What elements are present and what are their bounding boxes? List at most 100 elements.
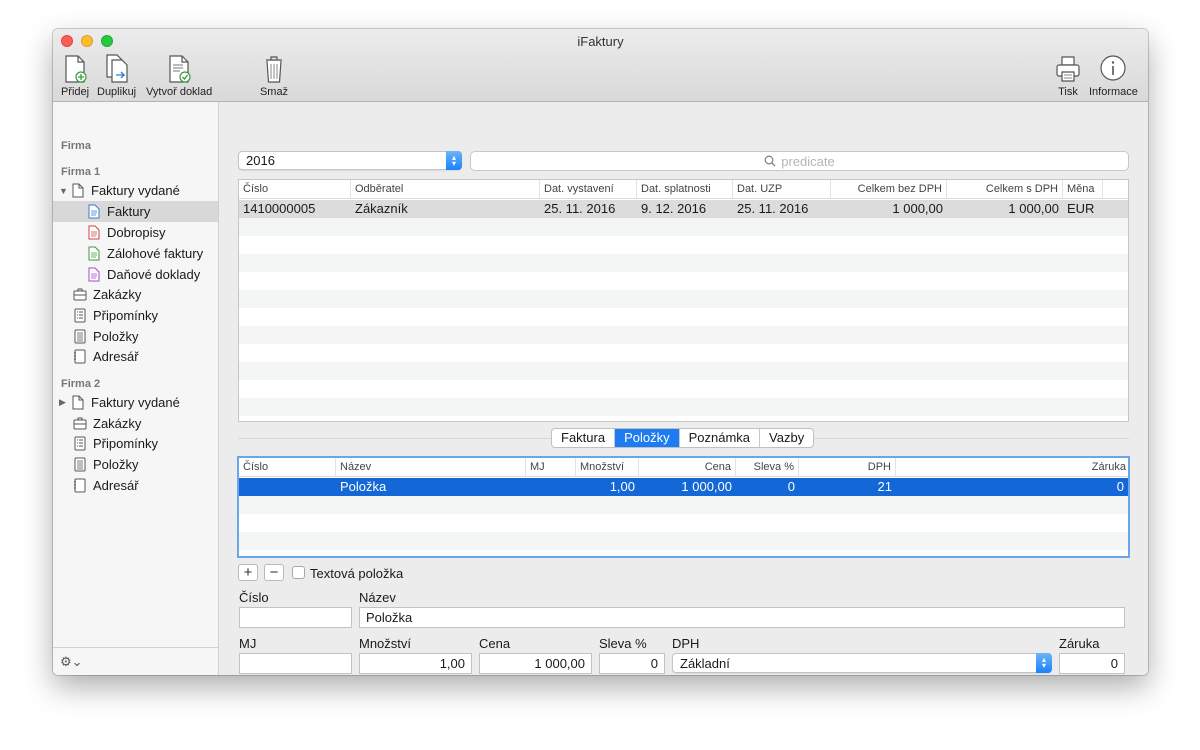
disclosure-collapsed-icon[interactable]: ▶ <box>59 397 71 408</box>
nazev-field[interactable]: Položka <box>359 607 1125 628</box>
sidebar-item-label: Faktury vydané <box>91 395 180 410</box>
sidebar-item-zakazky-2[interactable]: Zakázky <box>53 413 218 434</box>
sidebar-item-label: Zakázky <box>93 287 142 302</box>
empty-row <box>239 496 1128 514</box>
column-header[interactable]: Sleva % <box>736 458 799 477</box>
zaruka-label: Záruka <box>1059 636 1100 651</box>
sidebar-item-dobropisy[interactable]: Dobropisy <box>53 222 218 243</box>
sidebar-item-faktury-vydane-1[interactable]: ▼ Faktury vydané <box>53 180 218 201</box>
print-button[interactable]: Tisk <box>1053 53 1083 98</box>
cena-field[interactable]: 1 000,00 <box>479 653 592 674</box>
cell-nazev: Položka <box>340 479 387 494</box>
disclosure-expanded-icon[interactable]: ▼ <box>59 186 71 196</box>
sidebar-item-label: Adresář <box>93 478 139 493</box>
create-document-label: Vytvoř doklad <box>146 86 213 98</box>
sidebar-item-faktury[interactable]: Faktury <box>53 201 218 222</box>
sidebar-item-label: Položky <box>93 457 139 472</box>
year-select[interactable]: 2016 ▴ ▾ <box>238 151 462 170</box>
column-header[interactable]: Dat. vystavení <box>540 180 637 199</box>
advance-invoice-green-icon <box>88 246 100 261</box>
tab-poznamka[interactable]: Poznámka <box>680 429 761 447</box>
duplicate-button-label: Duplikuj <box>97 86 137 98</box>
text-item-checkbox[interactable] <box>292 566 305 579</box>
sleva-field[interactable]: 0 <box>599 653 665 674</box>
column-header[interactable]: DPH <box>799 458 896 477</box>
sidebar: Firma Firma 1 ▼ Faktury vydané Faktury D… <box>53 102 219 675</box>
duplicate-button[interactable]: Duplikuj <box>97 53 136 98</box>
mnozstvi-field[interactable]: 1,00 <box>359 653 472 674</box>
delete-button[interactable]: Smaž <box>259 53 289 98</box>
sidebar-item-polozky-2[interactable]: Položky <box>53 454 218 475</box>
sidebar-item-adresar-2[interactable]: Adresář <box>53 475 218 496</box>
sidebar-header: Firma <box>61 140 91 152</box>
titlebar: iFaktury Přidej Duplikuj Vytvoř doklad S… <box>53 29 1148 102</box>
column-header[interactable]: Záruka <box>896 458 1128 477</box>
empty-row <box>239 326 1128 344</box>
column-header[interactable]: Měna <box>1063 180 1103 199</box>
column-header[interactable]: Dat. splatnosti <box>637 180 733 199</box>
column-header[interactable]: Celkem bez DPH <box>831 180 947 199</box>
column-header[interactable]: Cena <box>639 458 736 477</box>
gear-menu-icon[interactable]: ⚙⌄ <box>60 654 83 670</box>
cena-label: Cena <box>479 636 511 651</box>
year-select-value: 2016 <box>246 153 275 168</box>
sidebar-item-label: Dobropisy <box>107 225 166 240</box>
mj-field[interactable] <box>239 653 352 674</box>
reminders-icon <box>74 436 86 451</box>
column-header[interactable]: Celkem s DPH <box>947 180 1063 199</box>
sidebar-item-danove-doklady[interactable]: Daňové doklady <box>53 264 218 285</box>
tab-polozky[interactable]: Položky <box>615 429 680 447</box>
column-header[interactable]: Dat. UZP <box>733 180 831 199</box>
dph-select-value: Základní <box>680 655 730 671</box>
zaruka-field[interactable]: 0 <box>1059 653 1125 674</box>
briefcase-icon <box>73 288 87 301</box>
info-button-label: Informace <box>1089 86 1138 98</box>
invoices-table: Číslo Odběratel Dat. vystavení Dat. spla… <box>238 179 1129 422</box>
sidebar-item-faktury-vydane-2[interactable]: ▶ Faktury vydané <box>53 392 218 413</box>
detail-tabs: Faktura Položky Poznámka Vazby <box>551 428 815 448</box>
document-icon <box>72 183 84 198</box>
dph-label: DPH <box>672 636 700 651</box>
add-item-button[interactable]: + <box>238 564 258 581</box>
cell-mj <box>526 478 576 496</box>
create-document-button[interactable]: Vytvoř doklad <box>146 53 212 98</box>
column-header[interactable]: Množství <box>576 458 639 477</box>
column-header[interactable]: Název <box>336 458 526 477</box>
search-field[interactable]: predicate <box>470 151 1129 171</box>
cislo-field[interactable] <box>239 607 352 628</box>
sidebar-item-label: Připomínky <box>93 436 159 451</box>
table-row[interactable]: Položka 1,00 1 000,00 0 21 0 <box>239 478 1128 496</box>
sidebar-item-label: Zakázky <box>93 416 142 431</box>
app-window: iFaktury Přidej Duplikuj Vytvoř doklad S… <box>53 29 1148 675</box>
info-button[interactable]: Informace <box>1089 53 1138 98</box>
print-button-label: Tisk <box>1058 86 1078 98</box>
reminders-icon <box>74 308 86 323</box>
empty-row <box>239 398 1128 416</box>
column-header[interactable]: Číslo <box>239 180 351 199</box>
sidebar-item-pripominky-2[interactable]: Připomínky <box>53 433 218 454</box>
tax-document-purple-icon <box>88 267 100 282</box>
table-row[interactable]: 1410000005 Zákazník 25. 11. 2016 9. 12. … <box>239 200 1128 218</box>
items-table: Číslo Název MJ Množství Cena Sleva % DPH… <box>237 456 1130 558</box>
invoice-blue-icon <box>88 204 100 219</box>
sidebar-item-zakazky-1[interactable]: Zakázky <box>53 284 218 305</box>
add-document-icon <box>65 55 87 83</box>
remove-item-button[interactable]: − <box>264 564 284 581</box>
column-header[interactable]: Číslo <box>239 458 336 477</box>
sidebar-item-adresar-1[interactable]: Adresář <box>53 346 218 367</box>
text-item-label: Textová položka <box>310 566 404 581</box>
sidebar-item-pripominky-1[interactable]: Připomínky <box>53 305 218 326</box>
sidebar-item-zalohove-faktury[interactable]: Zálohové faktury <box>53 243 218 264</box>
tab-faktura[interactable]: Faktura <box>552 429 616 447</box>
sidebar-item-polozky-1[interactable]: Položky <box>53 326 218 347</box>
nazev-label: Název <box>359 590 396 605</box>
cell-dph: 21 <box>877 479 892 494</box>
sidebar-group-firma1: Firma 1 <box>61 166 101 178</box>
column-header[interactable]: Odběratel <box>351 180 540 199</box>
column-header[interactable]: MJ <box>526 458 576 477</box>
sidebar-item-label: Připomínky <box>93 308 159 323</box>
tab-vazby[interactable]: Vazby <box>760 429 813 447</box>
add-button[interactable]: Přidej <box>60 53 90 98</box>
dph-select[interactable]: Základní ▴ ▾ <box>672 653 1052 673</box>
address-book-icon <box>74 478 86 493</box>
